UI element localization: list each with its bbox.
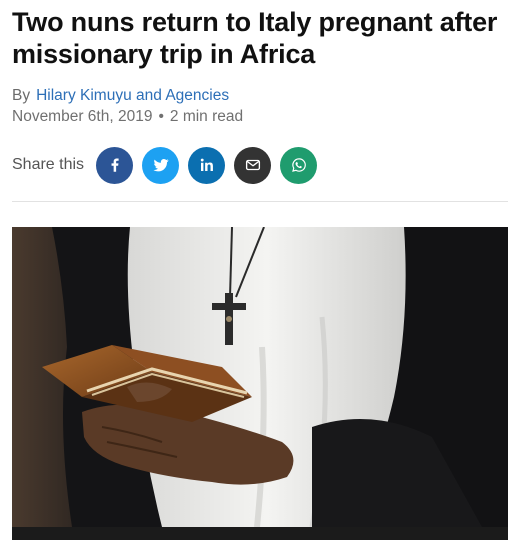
- facebook-share-button[interactable]: [96, 146, 134, 184]
- nun-photo-illustration: [12, 227, 508, 527]
- byline: By Hilary Kimuyu and Agencies: [12, 87, 229, 105]
- share-divider: [12, 201, 508, 202]
- dateline: November 6th, 2019 • 2 min read: [12, 108, 243, 126]
- mail-icon: [245, 159, 260, 171]
- read-time: 2 min read: [169, 108, 244, 125]
- linkedin-icon: [200, 158, 213, 171]
- email-share-button[interactable]: [234, 146, 272, 184]
- whatsapp-icon: [291, 158, 306, 172]
- byline-prefix: By: [12, 87, 31, 104]
- share-bar: Share this: [12, 146, 326, 184]
- share-label: Share this: [12, 156, 85, 173]
- linkedin-share-button[interactable]: [188, 146, 226, 184]
- twitter-icon: [153, 159, 169, 172]
- twitter-share-button[interactable]: [142, 146, 180, 184]
- facebook-icon: [111, 158, 119, 172]
- image-bottom-strip: [12, 527, 508, 540]
- whatsapp-share-button[interactable]: [280, 146, 318, 184]
- article-hero-image: [12, 227, 508, 527]
- meta-separator: •: [158, 108, 164, 125]
- article-headline: Two nuns return to Italy pregnant after …: [12, 7, 498, 69]
- publish-date: November 6th, 2019: [12, 108, 153, 125]
- author-link[interactable]: Hilary Kimuyu and Agencies: [36, 87, 229, 104]
